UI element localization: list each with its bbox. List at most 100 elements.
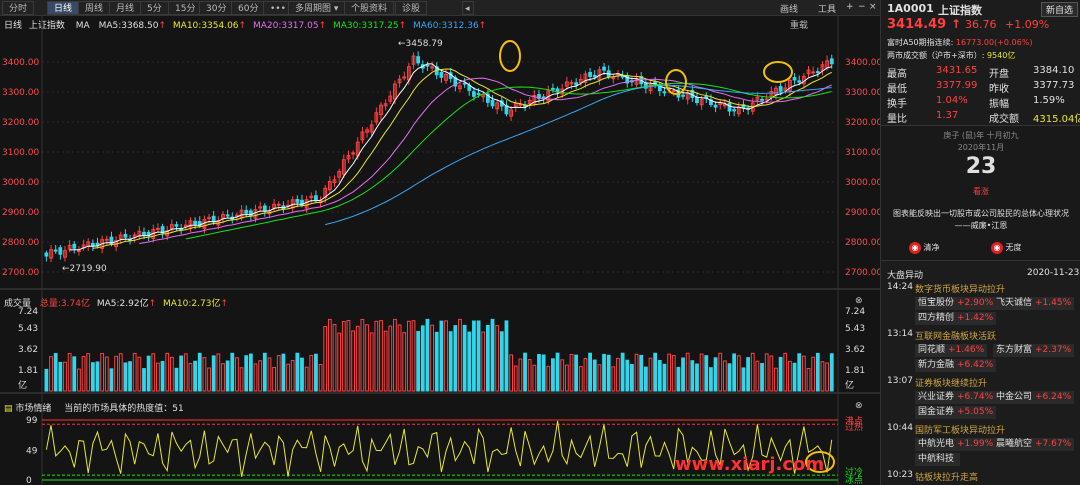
stock-tag[interactable]: 兴业证券 +6.74% <box>915 391 997 404</box>
candle-body <box>764 98 769 101</box>
candle-body <box>72 243 77 249</box>
a50-label: 富时A50期指连续: <box>887 38 954 47</box>
stock-tag[interactable]: 同花顺 +1.46% <box>915 344 988 357</box>
event-headline[interactable]: 互联网金融板块活跃 <box>915 329 996 342</box>
volume-bar <box>281 353 286 392</box>
sentiment-tick-label: 99 <box>26 416 38 426</box>
add-watchlist-button[interactable]: 新自选 <box>1041 2 1079 17</box>
volume-bar <box>327 318 332 392</box>
stat-value: 3377.73 <box>1033 80 1075 91</box>
tag-stock-name: 兴业证券 <box>918 392 955 402</box>
tag-stock-change: +6.24% <box>1035 392 1072 402</box>
volume-bar <box>653 352 658 392</box>
multi-period-dropdown[interactable]: 多周期图 ▾ <box>288 1 346 15</box>
y-tick-label: 2900.00 <box>2 208 39 218</box>
stock-tag[interactable]: 晨曦航空 +7.67% <box>993 438 1075 451</box>
volume-bar <box>485 324 490 392</box>
stock-tag[interactable]: 中金公司 +6.24% <box>993 391 1075 404</box>
stock-tag[interactable]: 新力金融 +6.42% <box>915 359 997 372</box>
tab-30min[interactable]: 30分 <box>199 1 234 15</box>
volume-bar <box>806 367 811 392</box>
market-outlook: 看涨 <box>973 187 989 196</box>
candle-body <box>602 66 606 71</box>
volume-bar <box>602 353 606 392</box>
highlight-circle <box>499 40 521 72</box>
stat-value: 1.37 <box>936 110 959 121</box>
close-chart-icon[interactable]: × <box>869 2 877 12</box>
stock-chart: 3400.00 3400.00 3300.00 3300.00 3200.00 3200.… <box>0 16 880 485</box>
close-volume-icon[interactable]: ⊗ <box>855 296 863 306</box>
tab-intraday[interactable]: 分时 <box>2 1 35 15</box>
stock-tag[interactable]: 东方财富 +2.37% <box>993 344 1075 357</box>
volume-bar <box>365 324 369 392</box>
tag-stock-change: +1.42% <box>957 313 994 323</box>
candle-body <box>44 252 49 257</box>
volume-bar <box>174 367 179 392</box>
volume-bar <box>146 355 151 392</box>
close-sentiment-icon[interactable]: ⊗ <box>855 401 863 411</box>
volume-bar <box>72 356 77 392</box>
tag-stock-name: 国金证券 <box>918 407 955 417</box>
candle-body <box>490 99 495 107</box>
volume-bar <box>574 354 579 392</box>
volume-bar <box>63 361 67 392</box>
tag-stock-change: +1.99% <box>957 439 994 449</box>
volume-bar <box>104 356 109 392</box>
volume-bar <box>434 331 439 392</box>
sentiment-zone-label: 过热 <box>845 421 863 433</box>
zoom-out-icon[interactable]: − <box>858 2 866 12</box>
event-headline[interactable]: 国防军工板块异动拉升 <box>915 423 1005 436</box>
volume-bar <box>760 363 764 392</box>
tag-stock-name: 中金公司 <box>996 392 1033 402</box>
stock-info-tab[interactable]: 个股资料 <box>344 1 395 15</box>
event-headline[interactable]: 钴板块拉升走高 <box>915 470 978 483</box>
tab-5min[interactable]: 5分 <box>140 1 169 15</box>
quote-text: 图表能反映出一切股市或公司股民的总体心理状况 <box>893 209 1069 218</box>
stock-tag[interactable]: 四方精创 +1.42% <box>915 312 997 325</box>
volume-bar <box>597 364 602 392</box>
stock-tag[interactable]: 中航光电 +1.99% <box>915 438 997 451</box>
tools-button[interactable]: 工具 <box>818 2 836 15</box>
mode-clean-button[interactable]: ◉ 清净 <box>909 242 940 254</box>
collapse-icon[interactable]: ◂ <box>462 1 474 15</box>
stock-tag[interactable]: 恒宝股份 +2.90% <box>915 297 997 310</box>
diagnose-tab[interactable]: 诊股 <box>395 1 428 15</box>
volume-bar <box>77 368 81 392</box>
candle-body <box>276 203 281 206</box>
y-tick-label: 2800.00 <box>2 238 39 248</box>
volume-bar <box>667 353 671 392</box>
volume-bar <box>81 356 86 392</box>
volume-bar <box>704 355 709 392</box>
volume-bar <box>49 356 53 392</box>
event-time: 10:23 <box>887 470 913 480</box>
zoom-in-icon[interactable]: + <box>846 2 854 12</box>
volume-bar <box>323 326 328 392</box>
stock-tag[interactable]: 国金证券 +5.05% <box>915 406 997 419</box>
volume-bar <box>169 356 174 392</box>
tab-60min[interactable]: 60分 <box>231 1 266 15</box>
volume-bar <box>360 318 365 392</box>
event-headline[interactable]: 数字货币板块异动拉升 <box>915 282 1005 295</box>
volume-bar <box>815 352 820 392</box>
candle-body <box>425 64 430 67</box>
draw-line-button[interactable]: 画线 <box>780 2 798 15</box>
tab-weekly[interactable]: 周线 <box>78 1 111 15</box>
event-headline[interactable]: 证券板块继续拉升 <box>915 376 987 389</box>
stat-value: 3431.65 <box>936 65 978 76</box>
tab-monthly[interactable]: 月线 <box>109 1 142 15</box>
tab-daily[interactable]: 日线 <box>47 1 80 15</box>
volume-bar <box>709 367 713 392</box>
volume-bar <box>411 320 416 392</box>
volume-bar <box>211 355 216 392</box>
volume-tick-label: 5.43 <box>18 324 38 334</box>
tab-15min[interactable]: 15分 <box>168 1 203 15</box>
volume-bar <box>369 332 374 392</box>
volume-bar <box>453 325 458 392</box>
mode-wild-button[interactable]: ◉ 无度 <box>991 242 1022 254</box>
volume-bar <box>128 361 132 392</box>
sentiment-tick-label: 0 <box>26 476 32 485</box>
mode-wild-label: 无度 <box>1005 243 1022 252</box>
volume-bar <box>290 360 295 392</box>
stock-tag[interactable]: 飞天诚信 +1.45% <box>993 297 1075 310</box>
stock-tag[interactable]: 中航科技 <box>915 453 961 466</box>
